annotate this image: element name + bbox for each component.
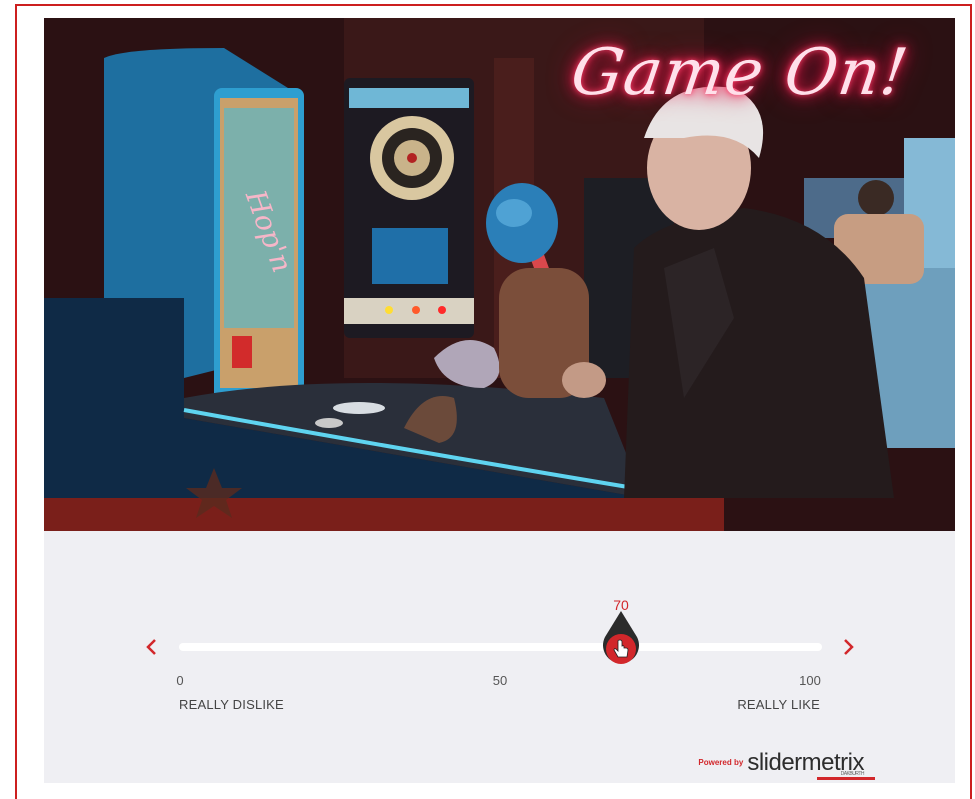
left-anchor-label: REALLY DISLIKE bbox=[179, 697, 284, 712]
chevron-left-icon[interactable] bbox=[140, 635, 164, 659]
survey-card: Hop'n Game On! 70 0 50 100 REALLY DISLIK… bbox=[44, 18, 955, 783]
slider-thumb[interactable] bbox=[599, 609, 643, 675]
powered-by-text: Powered by bbox=[698, 758, 744, 767]
rating-slider: 70 0 50 100 REALLY DISLIKE REALLY LIKE P… bbox=[44, 531, 955, 783]
tick-label-max: 100 bbox=[799, 673, 821, 688]
tick-label-mid: 50 bbox=[492, 673, 508, 688]
slider-track[interactable] bbox=[179, 643, 822, 651]
brand-sub: DAKBURTH bbox=[840, 771, 865, 777]
right-anchor-label: REALLY LIKE bbox=[737, 697, 820, 712]
brand-name: slidermetrix DAKBURTH bbox=[747, 751, 876, 780]
chevron-right-icon[interactable] bbox=[836, 635, 860, 659]
video-player[interactable]: Hop'n Game On! bbox=[44, 18, 955, 531]
neon-sign: Game On! bbox=[566, 36, 913, 110]
tick-label-min: 0 bbox=[176, 673, 184, 688]
powered-by-logo[interactable]: Powered by slidermetrix DAKBURTH bbox=[698, 745, 876, 780]
